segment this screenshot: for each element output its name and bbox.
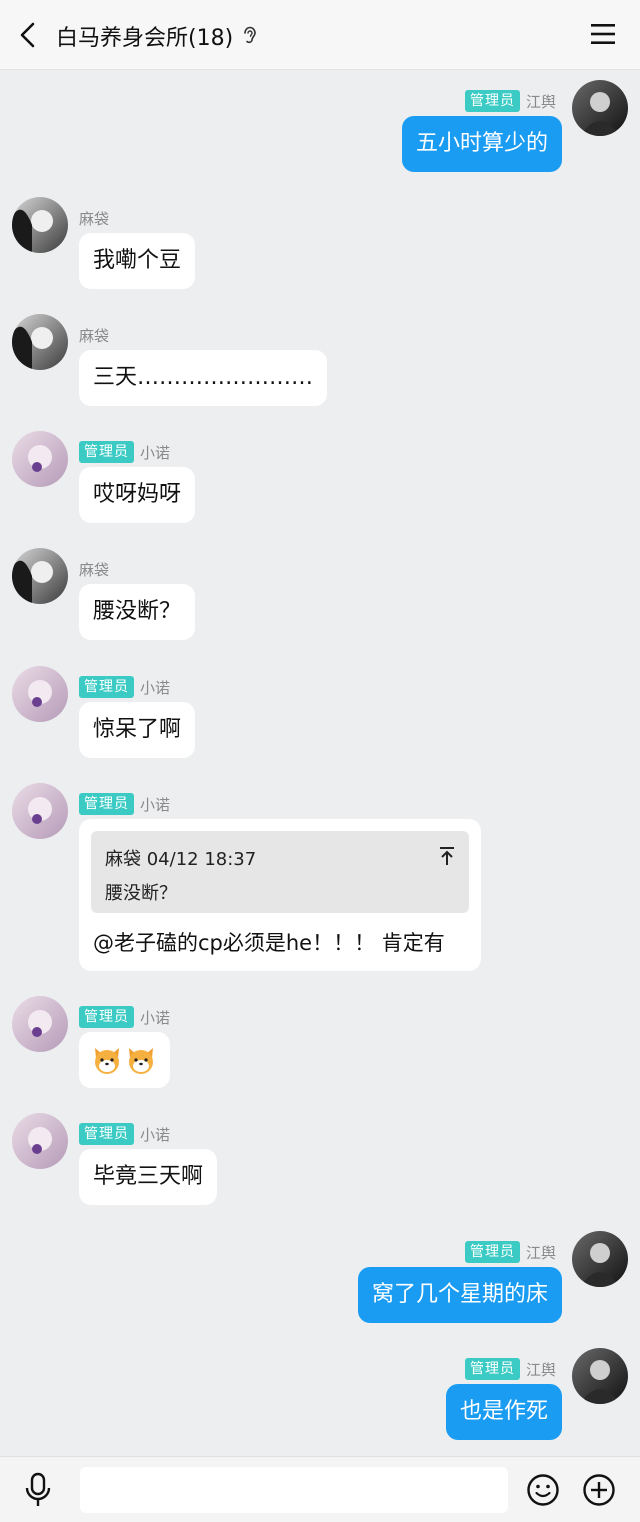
message-bubble[interactable]: 哎呀妈呀	[79, 467, 196, 523]
admin-badge: 管理员	[79, 1123, 134, 1145]
sender-name: 小诺	[140, 795, 171, 814]
avatar[interactable]	[12, 548, 68, 604]
chevron-left-icon[interactable]	[12, 18, 46, 52]
ear-icon[interactable]	[241, 25, 259, 47]
message-meta: 管理员 小诺	[79, 1123, 170, 1145]
avatar[interactable]	[12, 666, 68, 722]
message-bubble[interactable]: 五小时算少的	[401, 116, 562, 172]
avatar[interactable]	[572, 80, 628, 136]
microphone-icon[interactable]	[22, 1471, 54, 1509]
message-meta: 管理员 小诺	[79, 441, 170, 463]
shiba-dog-emoji-icon	[129, 1048, 153, 1074]
admin-badge: 管理员	[464, 1358, 520, 1380]
message-meta: 管理员 小诺	[79, 1006, 170, 1028]
message-meta: 管理员 小诺	[79, 793, 170, 815]
chat-title-group: 白马养身会所(18)	[56, 20, 259, 52]
avatar[interactable]	[572, 1348, 628, 1404]
top-bar: 白马养身会所(18)	[0, 0, 640, 70]
message-bubble[interactable]: 毕竟三天啊	[79, 1149, 218, 1205]
quoted-text: 腰没断？	[105, 883, 177, 904]
sender-name: 小诺	[140, 443, 171, 462]
message-meta: 管理员 江舆	[464, 90, 556, 112]
sender-name: 江舆	[525, 1360, 556, 1379]
admin-badge: 管理员	[464, 90, 520, 112]
avatar[interactable]	[12, 1113, 68, 1169]
jump-to-quote-icon[interactable]	[437, 845, 457, 867]
message-bubble[interactable]: 也是作死	[445, 1384, 562, 1440]
sender-name: 小诺	[140, 1008, 171, 1027]
plus-circle-icon[interactable]	[582, 1473, 616, 1507]
shiba-dog-emoji-icon	[95, 1048, 119, 1074]
avatar[interactable]	[572, 1231, 628, 1287]
smiley-icon[interactable]	[526, 1473, 560, 1507]
quoted-message[interactable]: 麻袋 04/12 18:37 腰没断？	[91, 831, 469, 913]
input-bar	[0, 1456, 640, 1522]
avatar[interactable]	[12, 314, 68, 370]
message-meta: 管理员 江舆	[464, 1241, 556, 1263]
sender-name: 小诺	[140, 678, 171, 697]
message-meta: 麻袋	[79, 558, 109, 580]
reply-text: @老子磕的cp必须是he！！！ 肯定有	[93, 931, 445, 955]
message-bubble[interactable]: 三天……………………	[79, 350, 328, 406]
message-meta: 麻袋	[79, 207, 109, 229]
sender-name: 麻袋	[79, 560, 110, 579]
message-meta: 管理员 小诺	[79, 676, 170, 698]
sender-name: 江舆	[525, 92, 556, 111]
message-meta: 麻袋	[79, 324, 109, 346]
avatar[interactable]	[12, 431, 68, 487]
message-bubble[interactable]: 腰没断？	[79, 584, 196, 640]
sender-name: 麻袋	[79, 209, 110, 228]
hamburger-menu-icon[interactable]	[590, 22, 616, 46]
message-bubble[interactable]: 惊呆了啊	[79, 702, 196, 758]
message-bubble[interactable]: 我嘞个豆	[79, 233, 196, 289]
sender-name: 麻袋	[79, 326, 110, 345]
quote-message-bubble[interactable]: 麻袋 04/12 18:37 腰没断？ @老子磕的cp必须是he！！！ 肯定有	[79, 819, 481, 971]
sender-name: 小诺	[140, 1125, 171, 1144]
admin-badge: 管理员	[79, 793, 134, 815]
admin-badge: 管理员	[464, 1241, 520, 1263]
message-bubble[interactable]: 窝了几个星期的床	[357, 1267, 562, 1323]
message-meta: 管理员 江舆	[464, 1358, 556, 1380]
admin-badge: 管理员	[79, 441, 134, 463]
sender-name: 江舆	[525, 1243, 556, 1262]
quoted-header: 麻袋 04/12 18:37	[105, 849, 257, 870]
avatar[interactable]	[12, 996, 68, 1052]
emoji-message-bubble[interactable]	[79, 1032, 170, 1088]
admin-badge: 管理员	[79, 1006, 134, 1028]
avatar[interactable]	[12, 783, 68, 839]
avatar[interactable]	[12, 197, 68, 253]
chat-title: 白马养身会所(18)	[56, 26, 234, 51]
admin-badge: 管理员	[79, 676, 134, 698]
message-input[interactable]	[80, 1467, 508, 1513]
